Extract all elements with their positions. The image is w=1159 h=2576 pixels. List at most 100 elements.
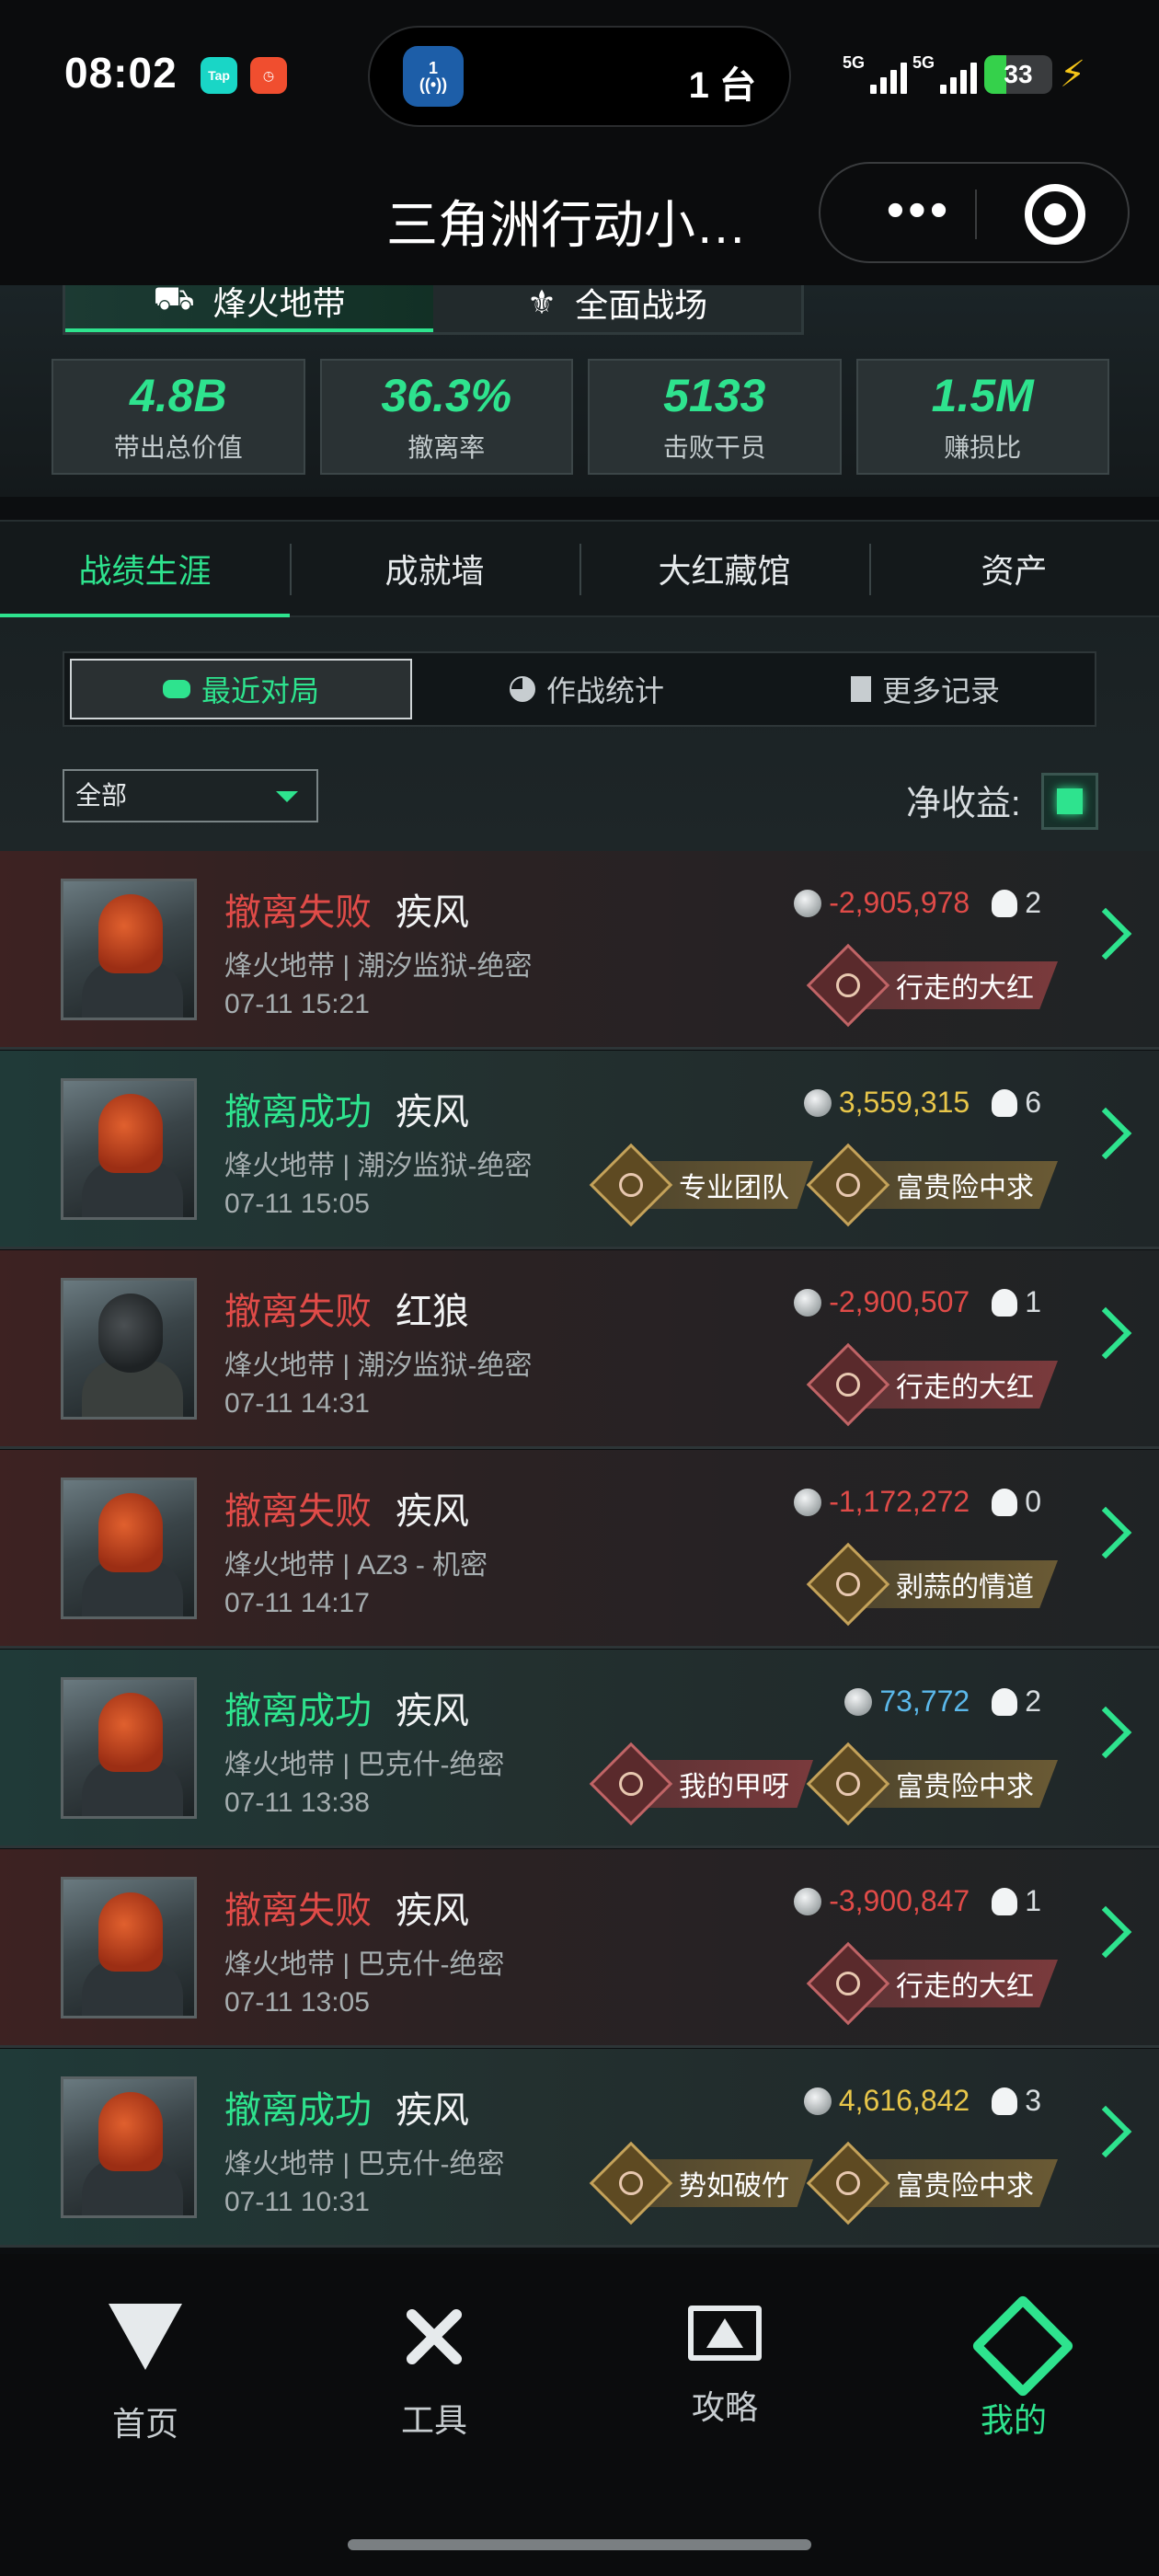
more-dots-icon[interactable]: •••: [868, 182, 970, 237]
net-income-toggle[interactable]: [1041, 773, 1098, 830]
match-tags: 行走的大红: [806, 943, 1058, 1028]
nav-mine[interactable]: 我的: [931, 2300, 1096, 2442]
battery-level: 33: [1004, 60, 1033, 88]
tab-achievements[interactable]: 成就墙: [290, 522, 580, 615]
coin-icon: [844, 1687, 873, 1716]
subtab-more-records[interactable]: 更多记录: [756, 653, 1095, 725]
capsule-menu: •••: [819, 162, 1130, 263]
notification-app-icon: ◷: [250, 57, 287, 94]
subtab-combat-stats[interactable]: 作战统计: [418, 653, 756, 725]
target-close-icon[interactable]: [1025, 184, 1085, 245]
nav-tools[interactable]: 工具: [351, 2300, 517, 2442]
nav-home[interactable]: 首页: [63, 2300, 228, 2445]
chevron-right-icon[interactable]: [1079, 1905, 1132, 1959]
match-value: -3,900,847: [829, 1884, 970, 1917]
operator-name: 疾风: [396, 1491, 469, 1532]
match-kills: 1: [1025, 1884, 1041, 1917]
match-map: 烽火地带 | 潮汐监狱-绝密: [224, 1351, 533, 1381]
match-time: 07-11 15:05: [224, 1189, 370, 1219]
match-result: 撤离成功: [224, 1092, 372, 1133]
chevron-right-icon[interactable]: [1079, 907, 1132, 960]
match-kills: 1: [1025, 1285, 1041, 1318]
chevron-right-icon[interactable]: [1079, 1706, 1132, 1759]
sub-tabs: 最近对局 作战统计 更多记录: [63, 651, 1096, 727]
match-map: 烽火地带 | 巴克什-绝密: [224, 1949, 505, 1980]
operator-name: 疾风: [396, 892, 469, 933]
guide-icon: [688, 2306, 762, 2361]
tab-collection[interactable]: 大红藏馆: [580, 522, 869, 615]
match-tag: 富贵险中求: [806, 1742, 1058, 1826]
tab-career[interactable]: 战绩生涯: [0, 522, 290, 617]
operator-avatar: [61, 1877, 197, 2018]
chevron-right-icon[interactable]: [1079, 2105, 1132, 2158]
tag-emblem-icon: [806, 1542, 890, 1627]
chevron-right-icon[interactable]: [1079, 1506, 1132, 1559]
match-tags: 专业团队 富贵险中求: [589, 1143, 1058, 1227]
match-value-row: 4,616,842 3: [803, 2084, 1041, 2118]
coin-icon: [794, 1288, 822, 1317]
tab-assets[interactable]: 资产: [869, 522, 1159, 615]
tag-emblem-icon: [806, 1143, 890, 1227]
match-tags: 我的甲呀 富贵险中求: [589, 1742, 1058, 1826]
match-tag: 行走的大红: [806, 1342, 1058, 1427]
home-indicator: [348, 2539, 811, 2550]
subtab-recent-matches[interactable]: 最近对局: [70, 659, 412, 719]
operator-avatar: [61, 1677, 197, 1819]
net-income-label: 净收益:: [906, 785, 1021, 823]
match-row[interactable]: 撤离失败 疾风 烽火地带 | AZ3 - 机密 07-11 14:17 -1,1…: [0, 1450, 1159, 1649]
match-row[interactable]: 撤离失败 红狼 烽火地带 | 潮汐监狱-绝密 07-11 14:31 -2,90…: [0, 1250, 1159, 1449]
operator-avatar: [61, 1278, 197, 1420]
stat-profit-ratio: 1.5M 赚损比: [855, 359, 1109, 475]
match-tags: 剥蒜的情道: [806, 1542, 1058, 1627]
match-time: 07-11 15:21: [224, 989, 370, 1019]
match-row[interactable]: 撤离成功 疾风 烽火地带 | 巴克什-绝密 07-11 10:31 4,616,…: [0, 2049, 1159, 2248]
skull-icon: [992, 1088, 1018, 1117]
tag-emblem-icon: [806, 1941, 890, 2026]
nav-guide[interactable]: 攻略: [642, 2300, 808, 2429]
stat-extraction-rate: 36.3% 撤离率: [319, 359, 573, 475]
match-value-row: 73,772 2: [844, 1685, 1041, 1719]
match-result: 撤离失败: [224, 1891, 372, 1931]
document-icon: [850, 676, 871, 702]
match-row[interactable]: 撤离成功 疾风 烽火地带 | 潮汐监狱-绝密 07-11 15:05 3,559…: [0, 1051, 1159, 1249]
chevron-right-icon[interactable]: [1079, 1306, 1132, 1360]
match-value-row: -2,905,978 2: [794, 886, 1041, 920]
match-result: 撤离失败: [224, 1491, 372, 1532]
signal-icon: 5G: [843, 53, 908, 94]
stat-total-value: 4.8B 带出总价值: [52, 359, 305, 475]
stat-kills: 5133 击败干员: [588, 359, 842, 475]
match-value-row: -1,172,272 0: [794, 1485, 1041, 1519]
coin-icon: [794, 1887, 822, 1915]
tag-emblem-icon: [806, 943, 890, 1028]
match-value: -2,905,978: [829, 886, 970, 919]
match-time: 07-11 13:38: [224, 1788, 370, 1818]
match-tag: 富贵险中求: [806, 2141, 1058, 2225]
battlefield-icon: ⚜: [526, 285, 557, 321]
skull-icon: [992, 1288, 1018, 1317]
match-tag: 行走的大红: [806, 1941, 1058, 2026]
tag-emblem-icon: [806, 1742, 890, 1826]
coin-icon: [803, 2087, 832, 2115]
match-tag: 剥蒜的情道: [806, 1542, 1058, 1627]
match-value-row: 3,559,315 6: [803, 1086, 1041, 1120]
match-value: 3,559,315: [838, 1086, 970, 1119]
match-row[interactable]: 撤离失败 疾风 烽火地带 | 巴克什-绝密 07-11 13:05 -3,900…: [0, 1849, 1159, 2048]
mode-tab-firezone[interactable]: ⛟ 烽火地带: [65, 285, 433, 332]
coin-icon: [794, 1488, 822, 1516]
tag-emblem-icon: [589, 2141, 673, 2225]
match-map: 烽火地带 | 潮汐监狱-绝密: [224, 1151, 533, 1181]
mode-tab-battlefield[interactable]: ⚜ 全面战场: [433, 285, 801, 332]
match-value: -2,900,507: [829, 1285, 970, 1318]
match-filter-select[interactable]: 全部: [63, 769, 318, 822]
dynamic-island[interactable]: 1 ((•)) 1 台: [368, 26, 791, 127]
match-value-row: -2,900,507 1: [794, 1285, 1041, 1319]
skull-icon: [992, 1687, 1018, 1716]
match-kills: 0: [1025, 1485, 1041, 1518]
mode-tabs: ⛟ 烽火地带 ⚜ 全面战场: [63, 285, 804, 335]
tag-emblem-icon: [589, 1143, 673, 1227]
match-row[interactable]: 撤离失败 疾风 烽火地带 | 潮汐监狱-绝密 07-11 15:21 -2,90…: [0, 851, 1159, 1050]
chevron-right-icon[interactable]: [1079, 1107, 1132, 1160]
match-row[interactable]: 撤离成功 疾风 烽火地带 | 巴克什-绝密 07-11 13:38 73,772…: [0, 1650, 1159, 1848]
mine-icon: [977, 2300, 1050, 2374]
match-value: 4,616,842: [838, 2084, 970, 2117]
